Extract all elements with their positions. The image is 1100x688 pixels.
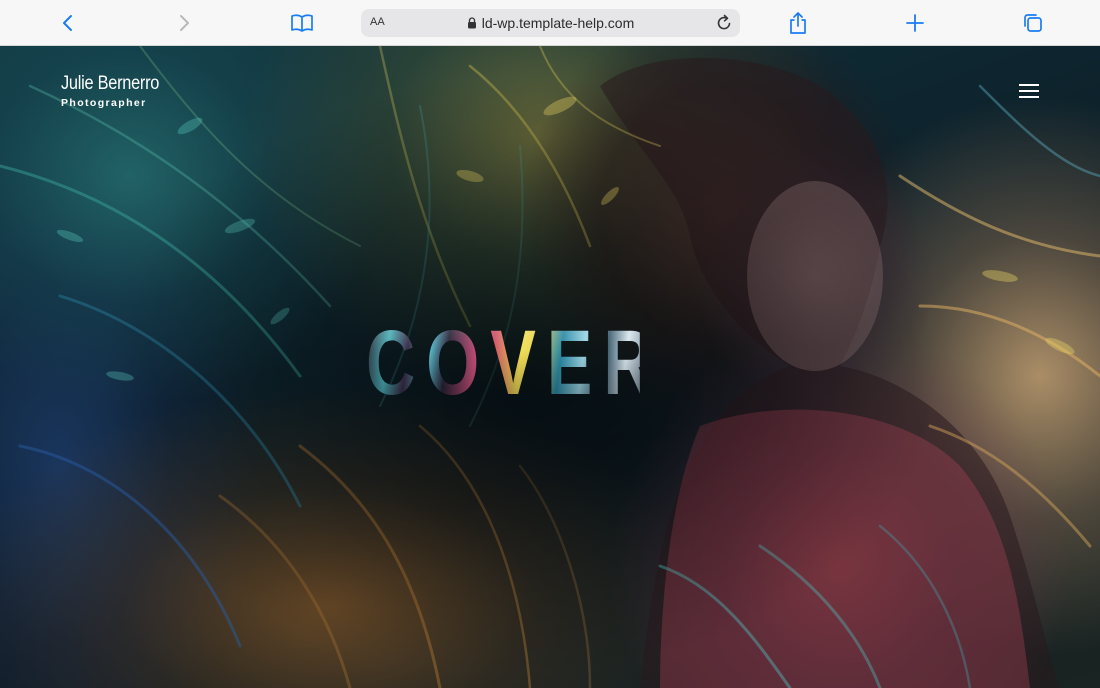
lock-icon	[467, 17, 477, 29]
chevron-left-icon	[63, 15, 72, 31]
chevron-right-icon	[180, 15, 189, 31]
url-display[interactable]: ld-wp.template-help.com	[361, 9, 740, 37]
hero-section: Julie Bernerro Photographer COVERS COVER…	[0, 46, 1100, 688]
new-tab-button[interactable]	[900, 8, 930, 38]
menu-icon-bar	[1019, 90, 1039, 92]
share-button[interactable]	[783, 8, 813, 38]
site-logo[interactable]: Julie Bernerro Photographer	[61, 73, 175, 109]
url-text: ld-wp.template-help.com	[481, 15, 635, 31]
reload-icon	[717, 14, 731, 30]
tabs-overview-button[interactable]	[1018, 8, 1048, 38]
tabs-icon	[1024, 14, 1042, 32]
plus-icon	[906, 14, 924, 32]
browser-toolbar: AA ld-wp.template-help.com	[0, 0, 1100, 46]
hamburger-menu-button[interactable]	[1019, 83, 1041, 99]
back-button[interactable]	[53, 8, 83, 38]
share-icon	[790, 12, 806, 34]
book-icon	[291, 14, 313, 32]
bookmarks-button[interactable]	[287, 8, 317, 38]
menu-icon-bar	[1019, 96, 1039, 98]
forward-button[interactable]	[169, 8, 199, 38]
address-bar[interactable]: AA ld-wp.template-help.com	[361, 9, 740, 37]
hero-title: COVERS	[366, 312, 721, 414]
brand-name: Julie Bernerro	[61, 73, 160, 94]
brand-tagline: Photographer	[61, 97, 147, 109]
reload-button[interactable]	[714, 13, 734, 33]
menu-icon-bar	[1019, 84, 1039, 86]
